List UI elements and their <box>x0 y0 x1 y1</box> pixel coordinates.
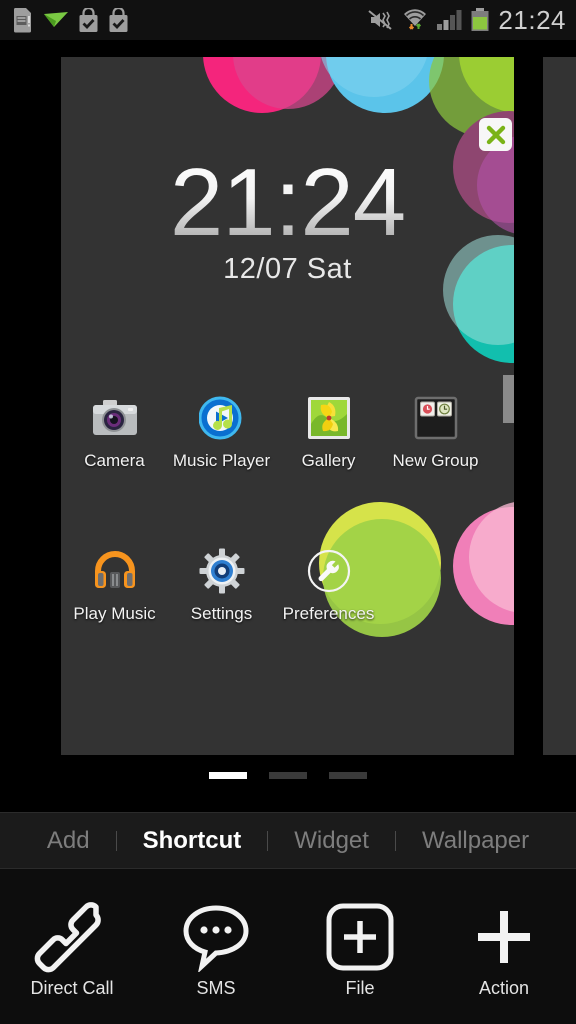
plus-icon <box>468 900 540 974</box>
play-music-icon <box>91 547 139 595</box>
music-player-icon <box>198 394 246 442</box>
settings-gear-icon <box>198 547 246 595</box>
app-label: Music Player <box>172 451 271 470</box>
folder-group-icon <box>412 394 460 442</box>
clock-date: 12/07 Sat <box>223 253 352 285</box>
app-slot-empty[interactable] <box>382 547 489 624</box>
page-dot-1[interactable] <box>209 772 247 779</box>
tab-wallpaper[interactable]: Wallpaper <box>396 827 555 855</box>
action-sms[interactable]: SMS <box>144 869 288 1024</box>
tab-shortcut[interactable]: Shortcut <box>117 827 268 855</box>
action-label: SMS <box>196 978 236 998</box>
app-icon-music-player[interactable]: Music Player <box>168 394 275 471</box>
action-label: File <box>345 978 375 998</box>
app-label: Camera <box>84 451 145 470</box>
app-icon-new-group[interactable]: New Group <box>382 394 489 471</box>
page-dot-2[interactable] <box>269 772 307 779</box>
close-icon <box>486 125 505 144</box>
app-label: Settings <box>190 604 253 623</box>
app-icon-gallery[interactable]: Gallery <box>275 394 382 471</box>
speech-bubble-icon <box>180 900 252 974</box>
status-bar-right-icons: 21:24 <box>366 5 576 36</box>
app-row-1: Camera Music Player Gallery New Group <box>61 394 514 471</box>
homescreen-next-page-preview[interactable] <box>543 57 576 755</box>
app-label: Preferences <box>282 604 375 623</box>
page-scroll-indicator[interactable] <box>503 375 514 423</box>
camera-icon <box>91 394 139 442</box>
action-label: Action <box>478 978 530 998</box>
app-icon-play-music[interactable]: Play Music <box>61 547 168 624</box>
page-dot-3[interactable] <box>329 772 367 779</box>
status-bar-clock: 21:24 <box>498 4 566 35</box>
play-store-download-icon <box>79 7 98 32</box>
app-label: New Group <box>392 451 479 470</box>
action-label: Direct Call <box>30 978 114 998</box>
vibrate-mute-icon <box>368 10 393 30</box>
cellular-signal-icon <box>437 10 462 30</box>
shortcut-picker-bar: Direct Call SMS File Action <box>0 869 576 1024</box>
action-action[interactable]: Action <box>432 869 576 1024</box>
clock-time: 21:24 <box>61 155 514 251</box>
battery-icon <box>471 8 489 31</box>
plus-square-icon <box>324 900 396 974</box>
wrench-icon <box>305 547 353 595</box>
app-icon-camera[interactable]: Camera <box>61 394 168 471</box>
clock-widget[interactable]: 21:24 12/07 Sat <box>61 155 514 286</box>
sd-card-icon <box>13 8 31 33</box>
app-icon-preferences[interactable]: Preferences <box>275 547 382 624</box>
tab-add[interactable]: Add <box>21 827 116 855</box>
homescreen-page-preview[interactable]: 21:24 12/07 Sat Camera Music Player Gall… <box>61 57 514 755</box>
remove-widget-button[interactable] <box>479 118 512 151</box>
android-homescreen-editor: 21:24 21:24 12/07 Sat Camera Music Playe… <box>0 0 576 1024</box>
app-icon-settings[interactable]: Settings <box>168 547 275 624</box>
status-bar-left-icons <box>0 7 129 33</box>
status-bar: 21:24 <box>0 0 576 40</box>
page-indicator <box>0 772 576 779</box>
app-label: Gallery <box>301 451 356 470</box>
editor-tab-bar: Add Shortcut Widget Wallpaper <box>0 812 576 869</box>
play-store-download-icon <box>109 7 128 32</box>
gallery-icon <box>305 394 353 442</box>
wifi-transfer-icon <box>404 9 427 30</box>
action-direct-call[interactable]: Direct Call <box>0 869 144 1024</box>
send-mail-icon <box>44 12 68 27</box>
app-row-2: Play Music Settings Preferences <box>61 547 514 624</box>
tab-widget[interactable]: Widget <box>268 827 395 855</box>
action-file[interactable]: File <box>288 869 432 1024</box>
app-label: Play Music <box>73 604 156 623</box>
phone-handset-icon <box>33 900 111 974</box>
